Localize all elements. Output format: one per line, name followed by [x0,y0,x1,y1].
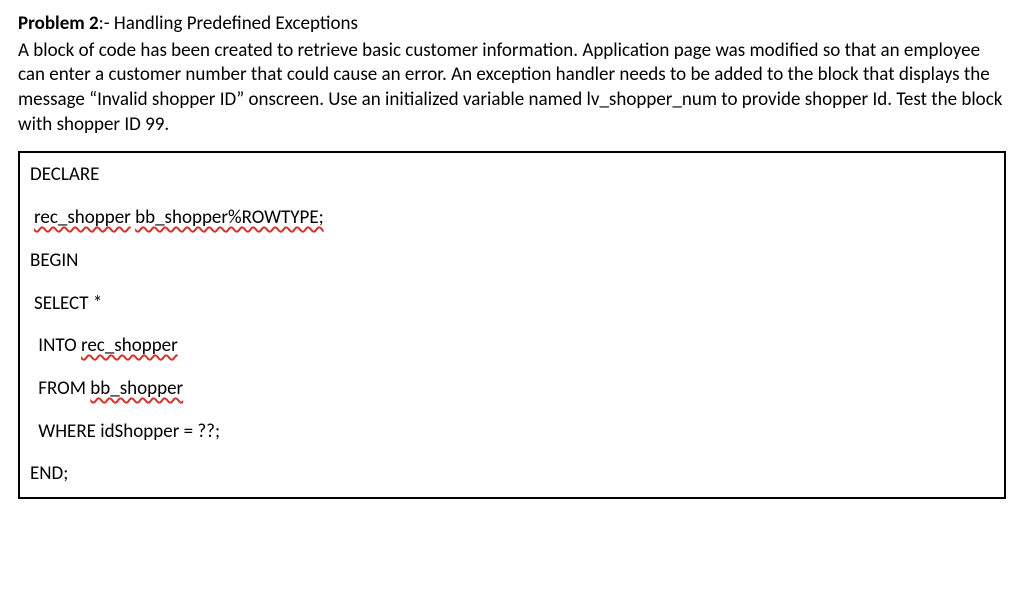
code-line-select: SELECT * [30,292,992,317]
code-line-end: END; [30,462,992,487]
problem-header: Problem 2:- Handling Predefined Exceptio… [18,12,1006,37]
code-line-begin: BEGIN [30,249,992,274]
problem-description: A block of code has been created to retr… [18,39,1006,138]
code-token-from-table: bb_shopper [90,377,183,400]
code-token-where: WHERE idShopper = ??; [38,420,220,443]
code-line-rec-shopper-decl: rec_shopper bb_shopper%ROWTYPE; [30,206,992,231]
code-line-where: WHERE idShopper = ??; [30,420,992,445]
code-line-into: INTO rec_shopper [30,334,992,359]
code-token-rowtype: bb_shopper%ROWTYPE; [135,206,324,229]
code-token-from: FROM [38,377,86,400]
problem-label: Problem 2 [18,12,99,35]
problem-title: Handling Predefined Exceptions [114,12,358,35]
problem-separator: :- [99,12,110,35]
code-token-into-target: rec_shopper [81,334,178,357]
code-line-from: FROM bb_shopper [30,377,992,402]
code-box: DECLARE rec_shopper bb_shopper%ROWTYPE; … [18,151,1006,499]
code-line-declare: DECLARE [30,163,992,188]
code-token-rec-shopper: rec_shopper [34,206,131,229]
code-token-into: INTO [38,334,76,357]
